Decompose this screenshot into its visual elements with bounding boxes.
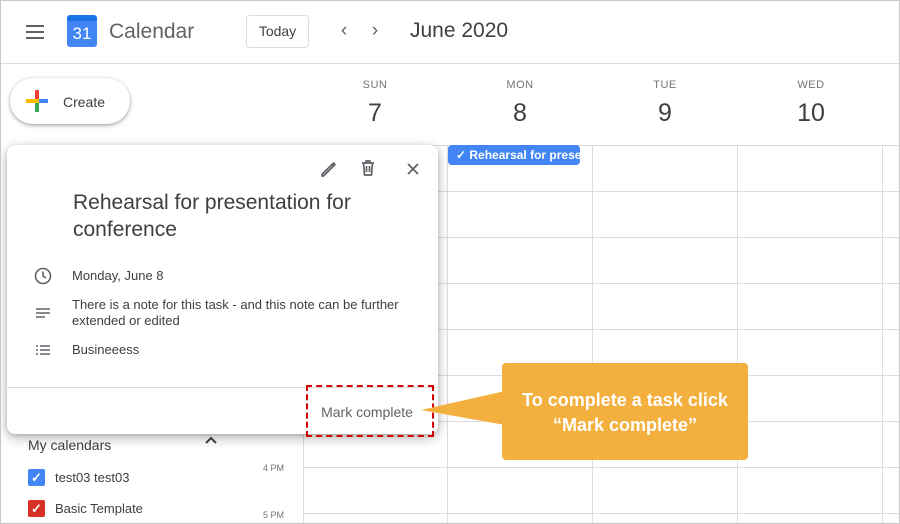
close-icon[interactable] [401,157,425,181]
task-chip-label: Rehearsal for presentation for conferenc… [469,148,580,162]
day-name: SUN [362,79,388,91]
check-icon: ✓ [456,148,470,162]
today-button[interactable]: Today [246,15,309,48]
top-bar: 31 Calendar Today ‹ › June 2020 [1,1,899,64]
create-button[interactable]: Create [10,78,130,124]
list-icon [33,340,53,360]
app-window: 31 Calendar Today ‹ › June 2020 Create S… [0,0,900,524]
next-arrow-icon[interactable]: › [364,20,386,42]
day-header-sun[interactable]: SUN 7 [325,79,425,128]
calendar-label: test03 test03 [55,470,130,485]
notes-icon [33,303,53,323]
task-date: Monday, June 8 [72,268,164,283]
trash-icon[interactable] [356,156,380,180]
task-chip[interactable]: ✓ Rehearsal for presentation for confere… [448,145,580,165]
day-header-tue[interactable]: TUE 9 [615,79,715,128]
day-header-wed[interactable]: WED 10 [761,79,861,128]
time-label: 5 PM [263,510,285,520]
day-name: WED [797,79,825,91]
task-note: There is a note for this task - and this… [72,297,399,328]
day-header-mon[interactable]: MON 8 [470,79,570,128]
calendar-label: Basic Template [55,501,143,516]
prev-arrow-icon[interactable]: ‹ [333,20,355,42]
task-title: Rehearsal for presentation for conferenc… [73,191,351,241]
app-title: Calendar [109,20,195,43]
check-icon[interactable]: ✓ [28,469,45,486]
plus-icon [26,90,48,112]
create-label: Create [63,94,106,110]
callout-pointer [421,391,505,425]
day-name: MON [506,79,534,91]
day-name: TUE [653,79,677,91]
check-icon[interactable]: ✓ [28,500,45,517]
highlight-box [306,385,434,437]
logo-day: 31 [67,21,97,47]
time-label: 4 PM [263,463,285,473]
hamburger-menu-icon[interactable] [24,21,46,43]
task-list: Busineeess [72,342,140,357]
month-title: June 2020 [410,19,509,42]
chevron-up-icon[interactable] [201,434,221,454]
calendar-logo: 31 [67,15,97,47]
pencil-icon[interactable] [317,157,341,181]
day-number[interactable]: 10 [761,99,861,128]
instruction-callout: To complete a task click “Mark complete” [502,363,748,460]
my-calendars-title[interactable]: My calendars [28,437,111,453]
day-number[interactable]: 9 [615,99,715,128]
callout-line-2: “Mark complete” [552,415,698,435]
day-number[interactable]: 8 [470,99,570,128]
day-number[interactable]: 7 [325,99,425,128]
callout-line-1: To complete a task click [522,390,728,410]
clock-icon [33,266,53,286]
